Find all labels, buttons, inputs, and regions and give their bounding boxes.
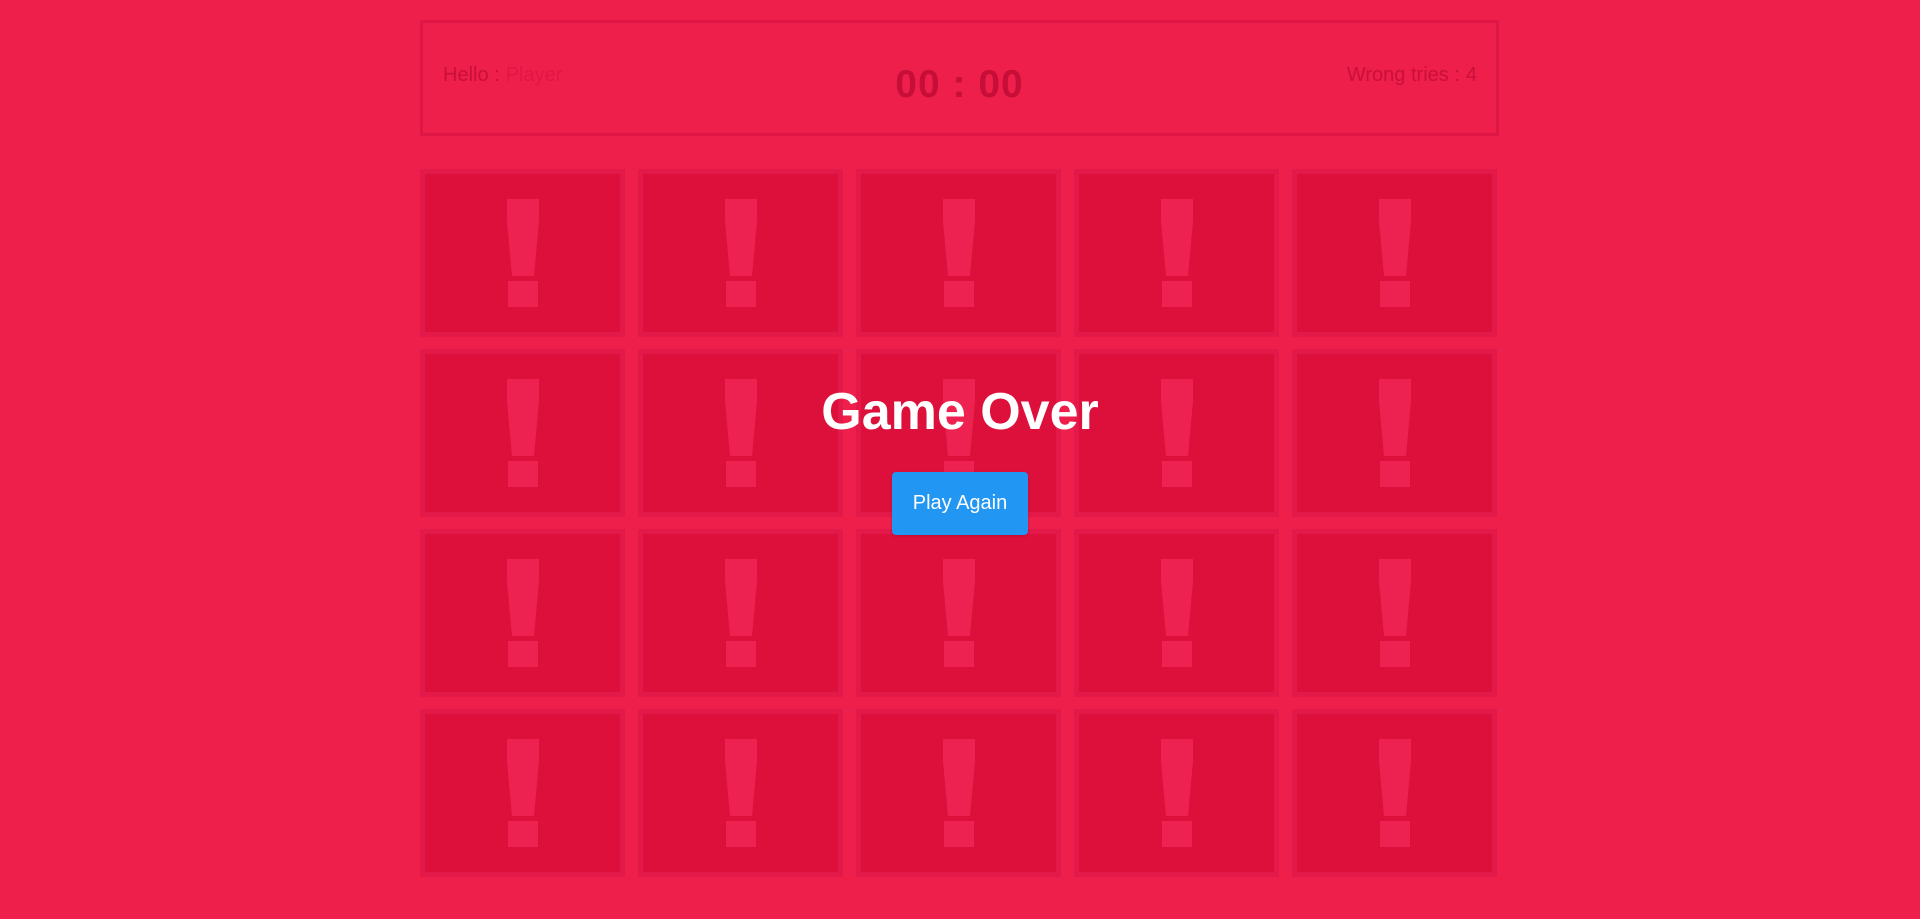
exclamation-icon bbox=[1160, 739, 1193, 847]
memory-card[interactable] bbox=[638, 529, 843, 697]
exclamation-icon bbox=[1160, 199, 1193, 307]
exclamation-icon bbox=[942, 559, 975, 667]
greeting-label: Hello : bbox=[443, 63, 500, 86]
memory-card[interactable] bbox=[1292, 709, 1497, 877]
exclamation-icon bbox=[724, 739, 757, 847]
game-page: Hello : Player 00 : 00 Wrong tries : 4 G… bbox=[0, 0, 1920, 919]
memory-card[interactable] bbox=[856, 709, 1061, 877]
exclamation-icon bbox=[1160, 379, 1193, 487]
memory-card[interactable] bbox=[1074, 349, 1279, 517]
memory-card[interactable] bbox=[420, 169, 625, 337]
exclamation-icon bbox=[724, 379, 757, 487]
exclamation-icon bbox=[942, 379, 975, 487]
exclamation-icon bbox=[506, 559, 539, 667]
exclamation-icon bbox=[1378, 199, 1411, 307]
memory-card[interactable] bbox=[420, 529, 625, 697]
player-name: Player bbox=[505, 63, 563, 86]
memory-card[interactable] bbox=[638, 709, 843, 877]
wrong-tries: Wrong tries : 4 bbox=[1347, 64, 1477, 87]
memory-card[interactable] bbox=[1074, 529, 1279, 697]
memory-card[interactable] bbox=[1074, 709, 1279, 877]
exclamation-icon bbox=[506, 739, 539, 847]
memory-card[interactable] bbox=[420, 349, 625, 517]
exclamation-icon bbox=[1378, 379, 1411, 487]
memory-card[interactable] bbox=[1292, 169, 1497, 337]
exclamation-icon bbox=[506, 199, 539, 307]
exclamation-icon bbox=[942, 739, 975, 847]
memory-card[interactable] bbox=[638, 169, 843, 337]
info-bar: Hello : Player 00 : 00 Wrong tries : 4 bbox=[420, 20, 1499, 136]
memory-card[interactable] bbox=[638, 349, 843, 517]
exclamation-icon bbox=[942, 199, 975, 307]
wrong-tries-count: 4 bbox=[1465, 63, 1477, 86]
memory-card[interactable] bbox=[856, 169, 1061, 337]
play-again-button[interactable]: Play Again bbox=[892, 472, 1028, 535]
memory-card[interactable] bbox=[1074, 169, 1279, 337]
memory-card[interactable] bbox=[420, 709, 625, 877]
memory-card[interactable] bbox=[1292, 529, 1497, 697]
wrong-tries-label: Wrong tries : bbox=[1346, 63, 1460, 86]
memory-card[interactable] bbox=[856, 529, 1061, 697]
exclamation-icon bbox=[506, 379, 539, 487]
exclamation-icon bbox=[1160, 559, 1193, 667]
exclamation-icon bbox=[1378, 739, 1411, 847]
exclamation-icon bbox=[724, 199, 757, 307]
exclamation-icon bbox=[724, 559, 757, 667]
exclamation-icon bbox=[1378, 559, 1411, 667]
greeting: Hello : Player bbox=[443, 64, 562, 87]
memory-card[interactable] bbox=[1292, 349, 1497, 517]
timer: 00 : 00 bbox=[895, 63, 1024, 106]
